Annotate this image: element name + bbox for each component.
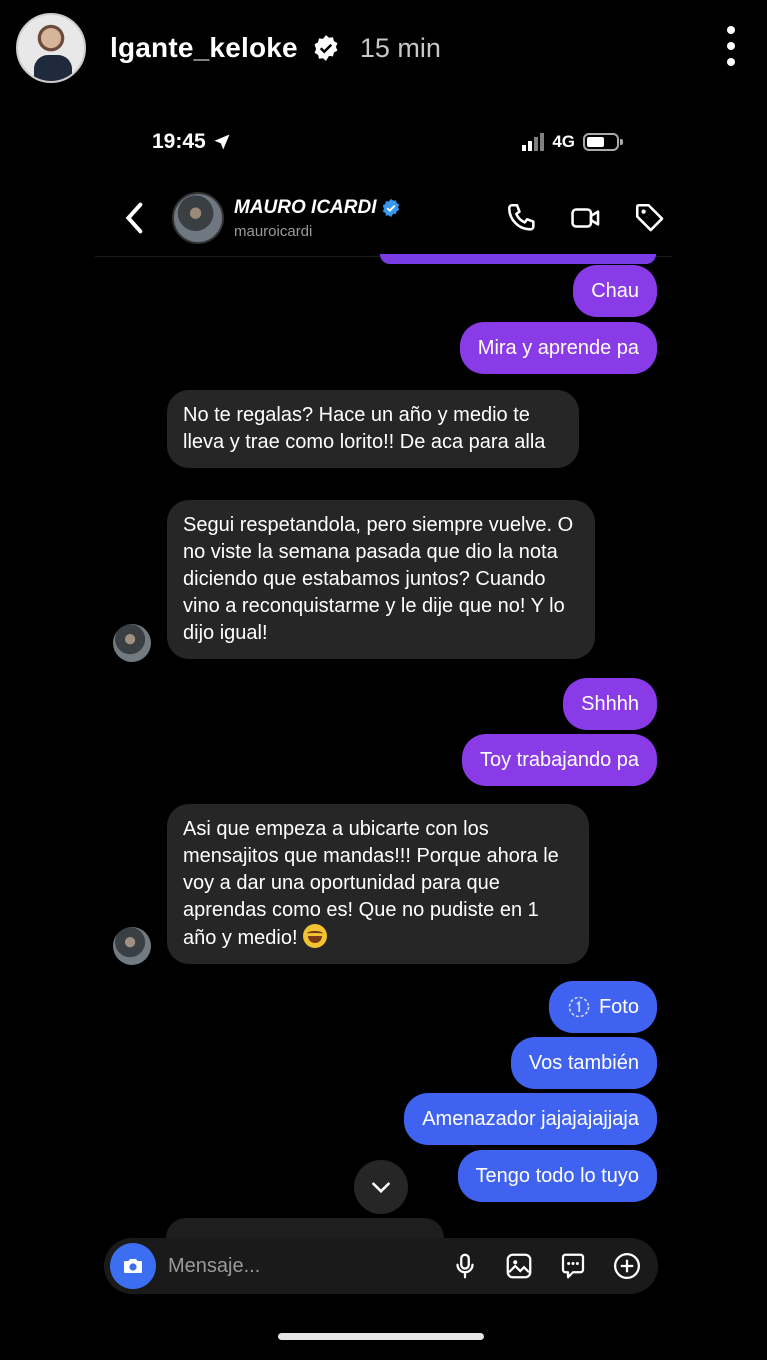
phone-icon[interactable] xyxy=(505,201,539,235)
verified-badge-icon xyxy=(382,198,399,217)
chat-name: MAURO ICARDI xyxy=(234,196,377,218)
message-sent[interactable]: Amenazador jajajajajjaja xyxy=(404,1093,657,1145)
back-chevron-icon[interactable] xyxy=(120,198,150,238)
message-received[interactable]: Segui respetandola, pero siempre vuelve.… xyxy=(167,500,595,659)
home-indicator xyxy=(278,1333,484,1340)
story-avatar[interactable] xyxy=(16,13,86,83)
message-sent[interactable]: Tengo todo lo tuyo xyxy=(457,1150,657,1202)
message-input[interactable] xyxy=(168,1254,408,1278)
plus-icon[interactable] xyxy=(612,1251,642,1281)
partial-message-bubble xyxy=(380,254,656,264)
more-options-icon[interactable] xyxy=(725,26,737,66)
story-time: 15 min xyxy=(359,32,441,63)
chat-handle: mauroicardi xyxy=(234,222,313,240)
sender-avatar[interactable] xyxy=(113,624,151,662)
phone-status-bar: 19:45 4G xyxy=(152,126,623,158)
chat-profile[interactable]: MAURO ICARDI mauroicardi xyxy=(234,197,401,240)
battery-icon xyxy=(583,133,623,151)
message-received[interactable]: No te regalas? Hace un año y medio te ll… xyxy=(167,390,579,468)
message-received[interactable]: Asi que empeza a ubicarte con los mensaj… xyxy=(167,804,589,964)
scroll-down-button[interactable] xyxy=(354,1160,408,1214)
story-header: lgante_keloke 15 min xyxy=(16,12,737,84)
camera-icon xyxy=(124,1259,142,1273)
message-composer xyxy=(104,1238,658,1294)
camera-button[interactable] xyxy=(110,1243,156,1289)
story-username[interactable]: lgante_keloke xyxy=(110,32,298,64)
message-sent[interactable]: Mira y aprende pa xyxy=(459,322,657,374)
message-sent[interactable]: Chau xyxy=(573,265,657,317)
message-sent[interactable]: Shhhh xyxy=(563,678,657,730)
laughing-emoji xyxy=(303,924,328,948)
location-arrow-icon xyxy=(214,134,230,150)
network-label: 4G xyxy=(552,132,575,151)
video-icon[interactable] xyxy=(569,201,603,235)
view-once-icon xyxy=(568,996,590,1018)
chat-avatar[interactable] xyxy=(172,192,224,244)
message-sent[interactable]: Toy trabajando pa xyxy=(461,734,657,786)
tag-icon[interactable] xyxy=(633,201,667,235)
sticker-icon[interactable] xyxy=(558,1251,588,1281)
status-time: 19:45 xyxy=(152,130,206,153)
sender-avatar[interactable] xyxy=(113,927,151,965)
chat-header: MAURO ICARDI mauroicardi xyxy=(120,186,667,250)
microphone-icon[interactable] xyxy=(450,1251,480,1281)
message-sent[interactable]: Vos también xyxy=(510,1037,657,1089)
chevron-down-icon xyxy=(372,1182,390,1194)
image-icon[interactable] xyxy=(504,1251,534,1281)
view-once-photo[interactable]: Foto xyxy=(548,981,657,1033)
signal-icon xyxy=(522,133,545,151)
verified-badge-icon xyxy=(314,35,338,61)
